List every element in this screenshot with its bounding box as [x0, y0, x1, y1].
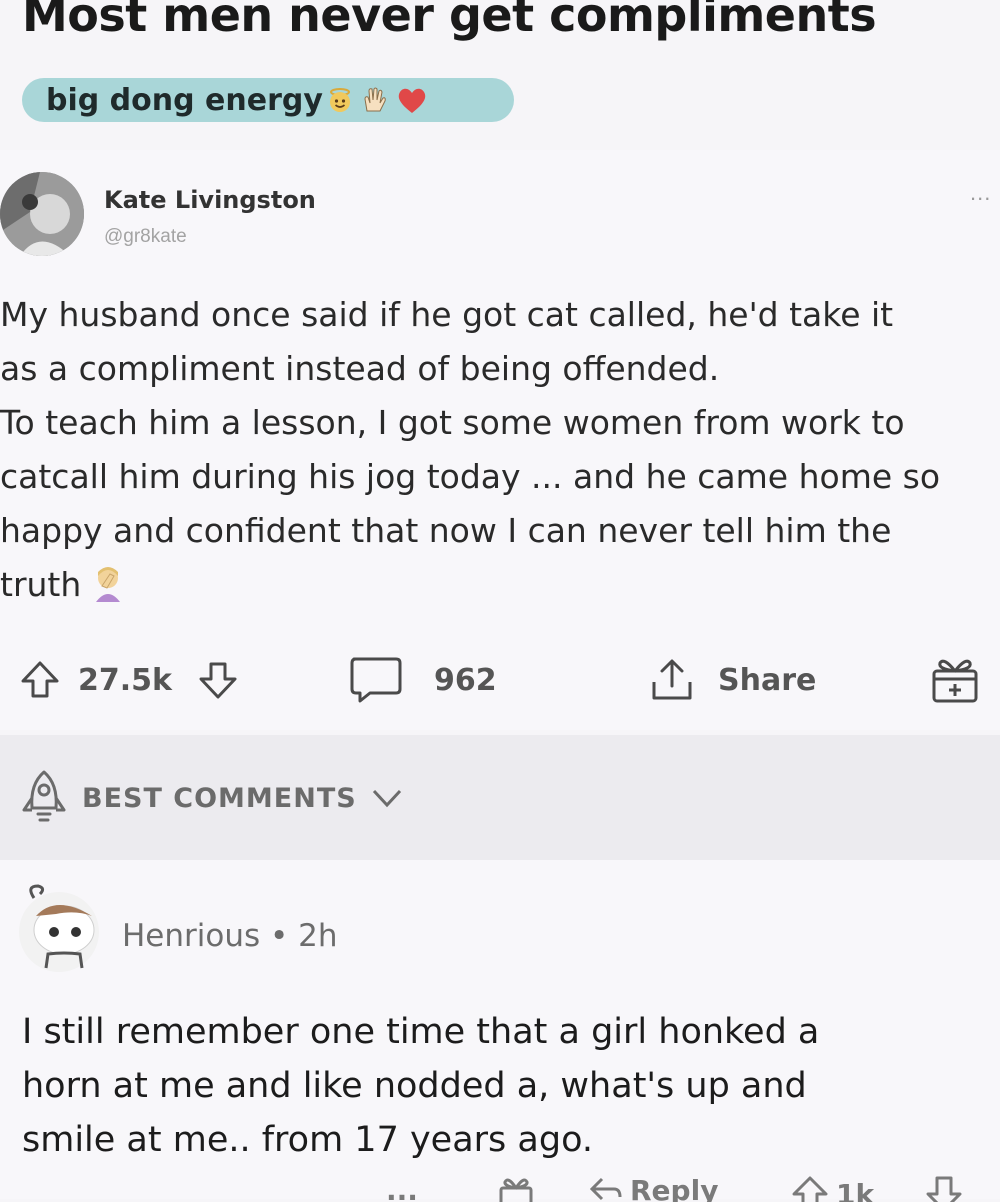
- author-name[interactable]: Kate Livingston: [104, 186, 316, 214]
- author-avatar[interactable]: [0, 172, 84, 256]
- share-button[interactable]: Share: [648, 650, 816, 710]
- upvote-icon: [18, 658, 62, 702]
- hand-icon: [359, 85, 389, 115]
- comment-icon: [348, 655, 404, 705]
- reply-icon: [588, 1175, 624, 1202]
- comment-meta: Henrious • 2h: [122, 918, 338, 954]
- flair-label: big dong energy: [46, 83, 323, 118]
- post-flair[interactable]: big dong energy: [22, 78, 514, 122]
- reply-label: Reply: [630, 1174, 718, 1202]
- comment-vote-count: 1k: [836, 1178, 874, 1202]
- reply-button[interactable]: Reply: [588, 1174, 718, 1202]
- upvote-icon: [790, 1174, 830, 1202]
- share-label: Share: [718, 663, 816, 698]
- commenter-avatar[interactable]: [16, 872, 102, 982]
- angel-face-icon: [327, 87, 353, 113]
- post-title: Most men never get compliments: [22, 0, 876, 42]
- downvote-icon: [196, 658, 240, 702]
- post-body: My husband once said if he got cat calle…: [0, 288, 1000, 612]
- downvote-icon: [924, 1174, 964, 1202]
- vote-count: 27.5k: [78, 650, 172, 710]
- facepalm-icon: [92, 566, 124, 602]
- sort-label: BEST COMMENTS: [82, 783, 357, 814]
- comment-downvote-button[interactable]: [924, 1174, 964, 1202]
- post-body-text: My husband once said if he got cat calle…: [0, 295, 940, 604]
- comment-more-button[interactable]: ...: [386, 1174, 418, 1202]
- comments-count: 962: [434, 650, 497, 710]
- commenter-name[interactable]: Henrious: [122, 918, 260, 954]
- share-icon: [648, 656, 696, 704]
- gift-award-icon: [496, 1174, 536, 1202]
- comment-sort-dropdown[interactable]: BEST COMMENTS: [20, 768, 403, 828]
- gift-award-icon: [928, 653, 982, 707]
- comments-button[interactable]: [348, 650, 404, 710]
- more-options-button[interactable]: ...: [970, 180, 991, 206]
- comment-award-button[interactable]: [496, 1174, 536, 1202]
- heart-icon: [395, 85, 429, 115]
- author-handle[interactable]: @gr8kate: [104, 226, 187, 248]
- comment-action-bar: ... Reply 1k: [0, 1172, 1000, 1202]
- comment-body: I still remember one time that a girl ho…: [22, 1005, 982, 1167]
- post-action-bar: 27.5k 962 Share: [0, 650, 1000, 710]
- downvote-button[interactable]: [196, 650, 240, 710]
- comment-upvote-button[interactable]: 1k: [790, 1174, 874, 1202]
- award-button[interactable]: [928, 650, 982, 710]
- comment-age: 2h: [298, 918, 337, 954]
- chevron-down-icon: [371, 787, 403, 809]
- upvote-button[interactable]: [18, 650, 62, 710]
- meta-separator: •: [270, 918, 288, 954]
- rocket-icon: [20, 768, 68, 828]
